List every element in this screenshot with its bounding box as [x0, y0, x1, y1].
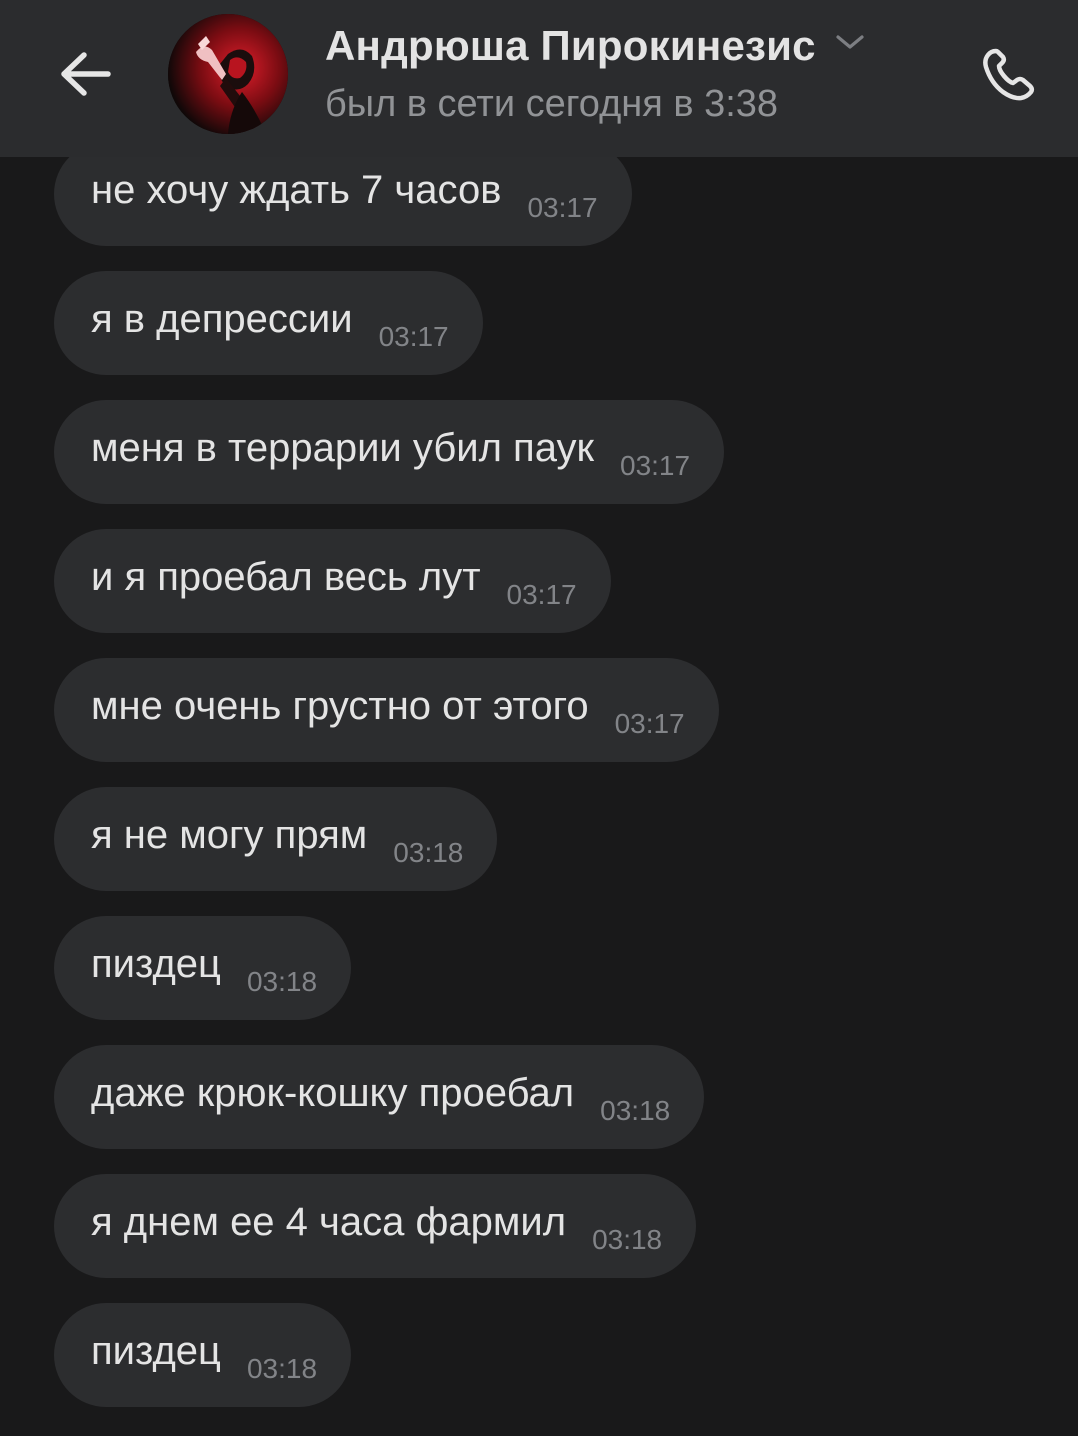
message-time: 03:18 [592, 1224, 663, 1255]
contact-status: был в сети сегодня в 3:38 [325, 83, 779, 125]
message-time: 03:18 [600, 1095, 671, 1126]
arrow-left-icon [61, 52, 111, 96]
chat-header: Андрюша Пирокинезис был в сети сегодня в… [0, 0, 1078, 157]
back-button[interactable] [56, 44, 116, 104]
message-bubble[interactable]: я днем ее 4 часа фармил 03:18 [54, 1174, 697, 1278]
message-bubble[interactable]: и я проебал весь лут 03:17 [54, 529, 611, 633]
message-text: и я проебал весь лут [91, 555, 481, 599]
message-text: пиздец [91, 1329, 221, 1373]
avatar[interactable] [168, 14, 288, 134]
avatar-photo [168, 14, 288, 134]
message-bubble[interactable]: не хочу ждать 7 часов 03:17 [54, 142, 632, 246]
message-time: 03:17 [506, 579, 577, 610]
message-text: пиздец [91, 942, 221, 986]
chevron-down-icon [836, 35, 864, 49]
message-time: 03:17 [620, 450, 691, 481]
message-time: 03:17 [527, 192, 598, 223]
contact-info[interactable]: Андрюша Пирокинезис был в сети сегодня в… [325, 20, 866, 130]
message-bubble[interactable]: меня в террарии убил паук 03:17 [54, 400, 725, 504]
message-text: мне очень грустно от этого [91, 684, 589, 728]
message-text: меня в террарии убил паук [91, 426, 594, 470]
message-time: 03:17 [378, 321, 449, 352]
message-bubble[interactable]: пиздец 03:18 [54, 916, 352, 1020]
message-time: 03:17 [614, 708, 685, 739]
message-bubble[interactable]: я не могу прям 03:18 [54, 787, 498, 891]
message-bubble[interactable]: пиздец 03:18 [54, 1303, 352, 1407]
message-time: 03:18 [246, 1353, 318, 1384]
message-time: 03:18 [393, 837, 464, 868]
message-text: я в депрессии [91, 297, 353, 341]
message-text: не хочу ждать 7 часов [91, 168, 502, 212]
message-text: даже крюк-кошку проебал [91, 1071, 575, 1115]
message-list[interactable]: не хочу ждать 7 часов 03:17 я в депресси… [0, 0, 1078, 1436]
message-time: 03:18 [246, 966, 318, 997]
message-text: я днем ее 4 часа фармил [91, 1200, 567, 1244]
call-button[interactable] [978, 42, 1042, 106]
message-bubble[interactable]: даже крюк-кошку проебал 03:18 [54, 1045, 705, 1149]
message-text: я не могу прям [91, 813, 368, 857]
phone-icon [983, 48, 1035, 101]
message-bubble[interactable]: я в депрессии 03:17 [54, 271, 483, 375]
contact-name: Андрюша Пирокинезис [325, 22, 816, 69]
message-bubble[interactable]: мне очень грустно от этого 03:17 [54, 658, 719, 762]
